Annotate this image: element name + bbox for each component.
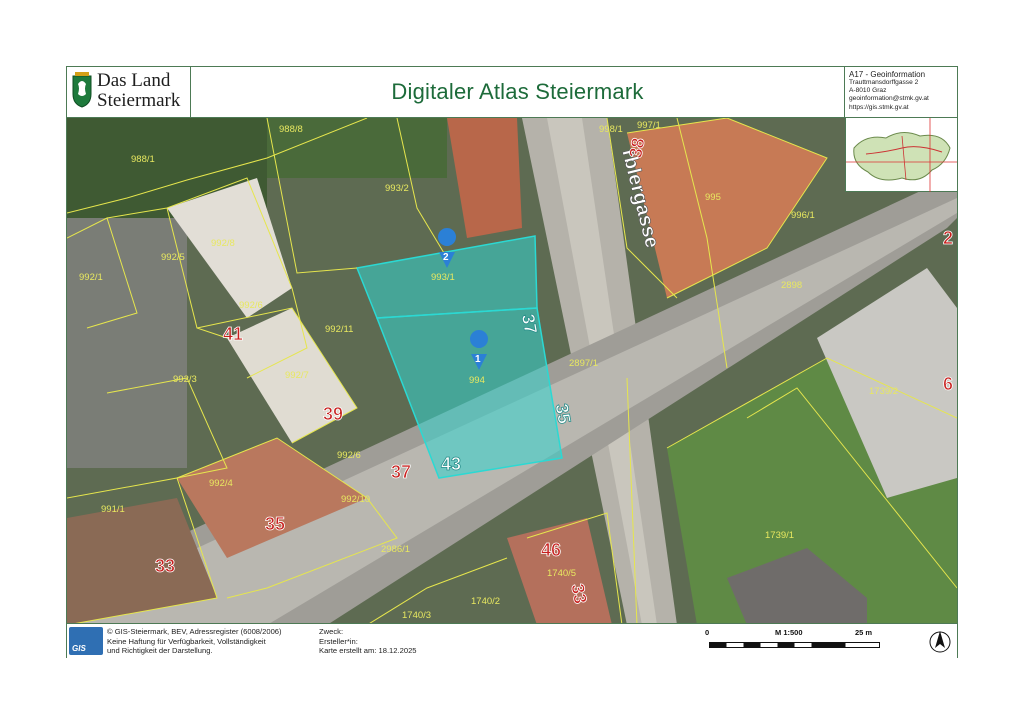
created-date: Karte erstellt am: 18.12.2025 (319, 646, 417, 656)
info-web[interactable]: https://gis.stmk.gv.at (849, 104, 953, 112)
parcel-label: 992/8 (211, 238, 235, 249)
parcel-label: 994 (469, 375, 485, 386)
parcel-label: 1739/1 (765, 530, 794, 541)
parcel-label: 1739/2 (869, 386, 898, 397)
parcel-label: 1740/2 (471, 596, 500, 607)
parcel-label: 2986/1 (381, 544, 410, 555)
map-sheet: Das Land Steiermark Digitaler Atlas Stei… (66, 66, 958, 659)
parcel-label: 2897/1 (569, 358, 598, 369)
purpose-label: Zweck: (319, 627, 344, 636)
scale-bar: 0 M 1:500 25 m (705, 628, 885, 656)
parcel-label: 992/7 (285, 370, 309, 381)
info-street: Trauttmansdorffgasse 2 (849, 79, 919, 86)
page-title: Digitaler Atlas Steiermark (391, 79, 644, 104)
copyright-line3: und Richtigkeit der Darstellung. (107, 646, 213, 656)
logo-wordmark: Das Land Steiermark (97, 71, 180, 111)
north-arrow-icon (929, 631, 951, 653)
parcel-label: 992/1 (79, 272, 103, 283)
copyright-line2: Keine Haftung für Verfügbarkeit, Vollstä… (107, 636, 266, 646)
copyright-line1: © GIS-Steiermark, BEV, Adressregister (6… (107, 627, 282, 636)
aerial-map: rblergasse 988/8 988/1 993/2 992/8 992/5… (67, 118, 957, 623)
house-number: 43 (441, 454, 461, 474)
scale-start: 0 (705, 628, 710, 637)
house-number: 6 (943, 374, 953, 394)
house-number: 38 (625, 136, 648, 159)
map-purpose: Zweck: Ersteller*in: Karte erstellt am: … (319, 627, 417, 656)
house-number: 35 (551, 402, 574, 425)
parcel-label: 993/1 (431, 272, 455, 283)
parcel-label: 992/4 (209, 478, 233, 489)
gis-logo: GIS (69, 627, 103, 655)
parcel-label: 992/5 (161, 252, 185, 263)
parcel-label: 992/6 (337, 450, 361, 461)
parcel-label: 992/10 (341, 494, 370, 505)
map-view[interactable]: rblergasse 988/8 988/1 993/2 992/8 992/5… (67, 117, 957, 624)
parcel-label: 993/2 (385, 183, 409, 194)
parcel-label: 996/1 (791, 210, 815, 221)
parcel-label: 992/11 (325, 324, 353, 335)
parcel-label: 2898 (781, 280, 802, 291)
marker-label: 1 (475, 354, 481, 365)
coat-of-arms-icon (72, 72, 92, 108)
parcel-label: 988/1 (131, 154, 155, 165)
house-number: 35 (265, 514, 285, 534)
parcel-label: 997/1 (637, 120, 661, 131)
house-number: 46 (541, 540, 561, 560)
info-city: A-8010 Graz (849, 87, 887, 95)
house-number: 33 (567, 582, 590, 605)
logo-line2: Steiermark (97, 90, 181, 111)
parcel-label: 992/6 (239, 300, 263, 311)
house-number: 39 (323, 404, 343, 424)
parcel-label: 995 (705, 192, 721, 203)
parcel-label: 991/1 (101, 504, 125, 515)
info-box: A17 - Geoinformation Trauttmansdorffgass… (845, 67, 957, 117)
parcel-label: 998/1 (599, 124, 623, 135)
footer: GIS © GIS-Steiermark, BEV, Adressregiste… (67, 624, 957, 659)
gis-logo-text: GIS (72, 644, 86, 653)
state-logo: Das Land Steiermark (67, 67, 191, 117)
info-email[interactable]: geoinformation@stmk.gv.at (849, 95, 953, 103)
title-box: Digitaler Atlas Steiermark (191, 67, 845, 117)
logo-line1: Das Land (97, 70, 171, 91)
creator-label: Ersteller*in: (319, 636, 358, 646)
styria-overview-icon (846, 118, 957, 192)
house-number: 37 (391, 462, 411, 482)
parcel-label: 1740/5 (547, 568, 576, 579)
scale-ratio: M 1:500 (775, 628, 803, 637)
overview-map[interactable] (845, 118, 957, 192)
parcel-label: 1740/3 (402, 610, 431, 621)
parcel-label: 988/8 (279, 124, 303, 135)
house-number: 2 (943, 228, 953, 248)
house-number: 37 (518, 312, 541, 335)
info-department: A17 - Geoinformation (849, 70, 926, 79)
header: Das Land Steiermark Digitaler Atlas Stei… (67, 67, 957, 117)
scale-end: 25 m (855, 628, 873, 637)
marker-label: 2 (443, 252, 449, 263)
parcel-label: 992/3 (173, 374, 197, 385)
house-number: 41 (223, 324, 243, 344)
scale-bar-graphic (709, 642, 880, 648)
copyright-text: © GIS-Steiermark, BEV, Adressregister (6… (107, 627, 282, 656)
house-number: 33 (155, 556, 175, 576)
